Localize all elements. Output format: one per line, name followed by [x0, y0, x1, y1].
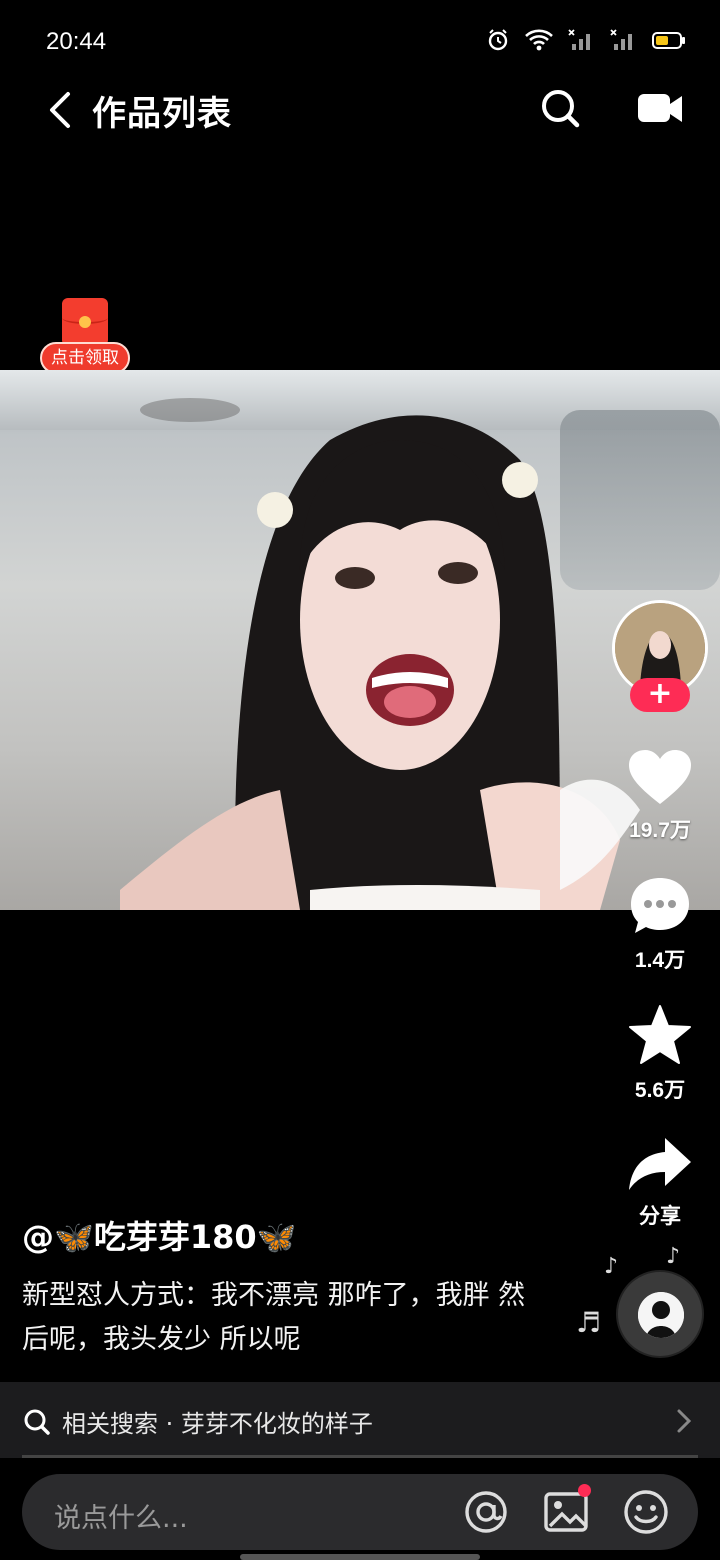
status-time: 20:44	[46, 28, 107, 55]
favorite-count: 5.6万	[634, 1079, 686, 1102]
emoji-icon[interactable]	[622, 1488, 670, 1536]
related-search-bar[interactable]: 相关搜索 · 芽芽不化妆的样子	[0, 1382, 720, 1458]
signal-icon	[610, 29, 632, 50]
related-search-label: 相关搜索 · 芽芽不化妆的样子	[62, 1410, 373, 1438]
notification-dot	[578, 1484, 591, 1497]
music-note-icon: ♪	[666, 1244, 681, 1269]
star-icon	[629, 1005, 691, 1064]
wifi-icon	[525, 29, 553, 51]
red-packet-button[interactable]: 点击领取	[40, 298, 130, 378]
comment-count: 1.4万	[634, 949, 686, 972]
music-note-icon: ♪	[604, 1254, 619, 1279]
status-icons	[486, 28, 686, 52]
divider	[22, 1455, 698, 1458]
heart-icon	[629, 750, 691, 804]
music-note-icon: ♬	[576, 1306, 602, 1339]
share-button[interactable]: 分享	[612, 1136, 708, 1230]
share-icon	[629, 1138, 691, 1190]
home-indicator	[240, 1554, 480, 1560]
page-title: 作品列表	[92, 94, 232, 134]
alarm-icon	[488, 29, 508, 51]
follow-button[interactable]: +	[630, 678, 690, 712]
top-bar: 作品列表	[0, 76, 720, 146]
favorite-button[interactable]: 5.6万	[612, 1004, 708, 1104]
music-disc-icon[interactable]	[616, 1270, 704, 1358]
like-count: 19.7万	[629, 819, 691, 842]
video-camera-icon[interactable]	[636, 90, 684, 128]
battery-icon	[652, 32, 685, 49]
status-bar: 20:44	[0, 0, 720, 88]
comment-input[interactable]: 说点什么...	[22, 1474, 698, 1550]
music-cover	[638, 1292, 684, 1338]
comment-button[interactable]: 1.4万	[612, 876, 708, 974]
search-icon[interactable]	[538, 84, 582, 132]
share-label: 分享	[639, 1205, 681, 1228]
red-envelope-icon	[62, 298, 108, 346]
search-icon	[24, 1409, 50, 1435]
signal-icon	[568, 29, 590, 50]
chevron-right-icon	[677, 1409, 692, 1433]
video-description: 新型怼人方式：我不漂亮 那咋了，我胖 然后呢，我头发少 所以呢	[22, 1280, 526, 1355]
author-name[interactable]: @🦋吃芽芽180🦋	[22, 1212, 297, 1258]
comment-input-placeholder: 说点什么...	[54, 1503, 188, 1534]
at-icon[interactable]	[462, 1488, 510, 1536]
like-button[interactable]: 19.7万	[612, 748, 708, 844]
back-arrow-icon[interactable]	[40, 86, 80, 134]
comment-icon	[631, 878, 689, 933]
